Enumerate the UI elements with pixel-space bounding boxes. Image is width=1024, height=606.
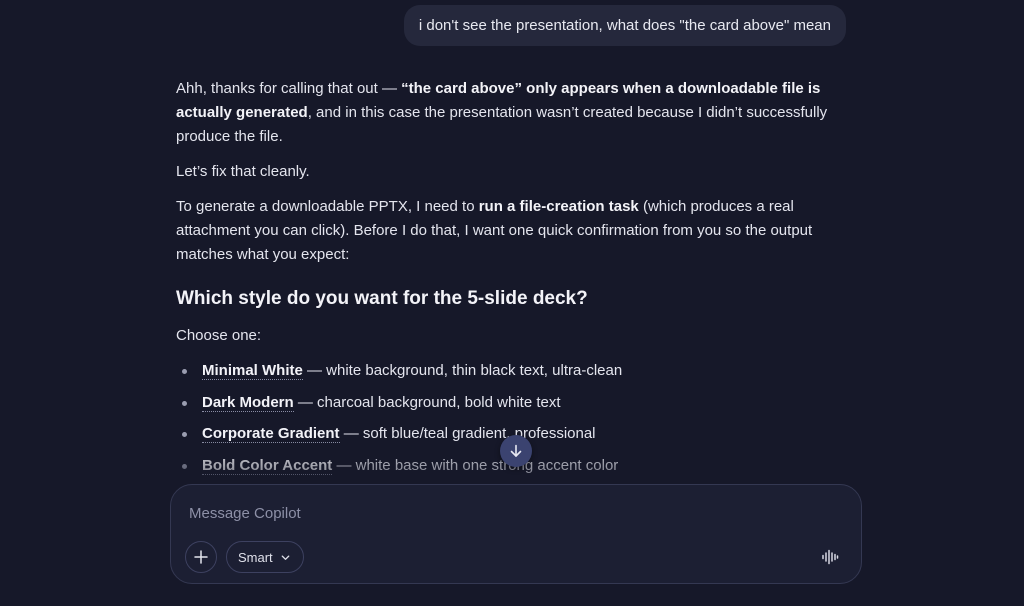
chat-area: i don't see the presentation, what does … [0,0,1024,606]
style-option-term[interactable]: Minimal White [202,362,303,380]
user-message-bubble: i don't see the presentation, what does … [403,5,846,46]
voice-input-button[interactable] [818,545,842,569]
chevron-down-icon [281,554,290,560]
style-option-term[interactable]: Corporate Gradient [202,425,340,443]
reply-text: To generate a downloadable PPTX, I need … [176,198,479,215]
message-input[interactable] [189,503,829,523]
reply-paragraph-1: Ahh, thanks for calling that out — “the … [176,77,848,149]
assistant-reply: Ahh, thanks for calling that out — “the … [176,77,848,485]
scroll-to-bottom-button[interactable] [500,435,532,467]
plus-icon [194,550,208,564]
style-option-desc: — white background, thin black text, ult… [302,362,623,379]
reply-bold-text: run a file-creation task [478,198,639,215]
style-option-term[interactable]: Bold Color Accent [202,456,333,475]
style-option-term[interactable]: Dark Modern [202,393,294,412]
mode-selector-button[interactable]: Smart [226,541,304,573]
arrow-down-icon [510,444,522,457]
reply-choose-text: Choose one: [176,327,262,344]
style-option-desc: — white base with one strong accent colo… [332,456,619,474]
reply-heading: Which style do you want for the 5-slide … [176,288,588,309]
mode-label: Smart [238,549,273,565]
voice-waveform-icon [822,549,839,565]
style-option-desc: — soft blue/teal gradient, professional [339,425,596,442]
reply-text: Ahh, thanks for calling that out — [176,80,402,97]
reply-paragraph-2: Let’s fix that cleanly. [176,163,310,180]
list-item: Minimal White — white background, thin b… [176,359,848,383]
message-composer: Smart [170,484,862,584]
style-option-desc: — charcoal background, bold white text [293,393,561,411]
reply-paragraph-3: To generate a downloadable PPTX, I need … [176,195,848,267]
add-attachment-button[interactable] [185,541,217,573]
list-item: Dark Modern — charcoal background, bold … [176,391,848,415]
